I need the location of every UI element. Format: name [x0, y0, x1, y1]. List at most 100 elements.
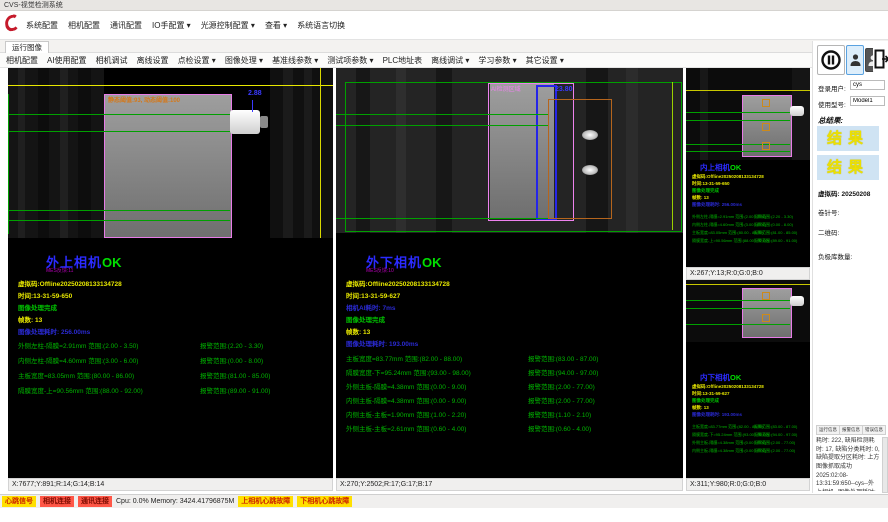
menu-language-switch[interactable]: 系统语言切换 [297, 20, 345, 31]
menu-view[interactable]: 查看 ▾ [265, 20, 287, 31]
menu-comm-config[interactable]: 通讯配置 [110, 20, 142, 31]
tool-baseline-params[interactable]: 基准线参数 ▾ [272, 55, 318, 66]
ai-region-label: AI检测区域 [491, 84, 521, 93]
roi-orange-rect [548, 99, 612, 219]
tool-camera-config[interactable]: 相机配置 [6, 55, 38, 66]
tool-offline-debug[interactable]: 离线调试 ▾ [431, 55, 469, 66]
measure-value: 外侧主板-主板=2.61mm 范围:(0.60 - 4.00) [346, 426, 466, 433]
measurement-row: 主板宽度=83.77mm 范围:(82.00 - 88.00) 报警范围:(83… [346, 353, 676, 363]
measure-value: 外侧主板-隔膜=4.38mm 范围:(0.00 - 9.00) [346, 384, 466, 391]
tool-learn-params[interactable]: 学习参数 ▾ [478, 55, 516, 66]
status-bar: 心跳信号 相机连接 通讯连接 Cpu: 0.0% Memory: 3424.41… [0, 494, 888, 508]
overlay-yellow-line [686, 284, 810, 285]
tool-offline-setting[interactable]: 离线设置 [137, 55, 169, 66]
mes-feedback: MES反馈:10 [366, 267, 394, 274]
count-label: 负极库数量: [818, 251, 852, 261]
roi-mini-mark [762, 292, 770, 300]
tool-spotcheck-setting[interactable]: 点检设置 ▾ [178, 55, 216, 66]
bright-spot [582, 130, 598, 140]
camera-view-inner-lower[interactable]: 内下相机OK 虚拟码:Offline20250208133134728 时间:1… [686, 280, 810, 478]
tool-other-setting[interactable]: 其它设置 ▾ [526, 55, 564, 66]
measurement-row: 隔膜宽度-下=95.24mm 范围:(93.00 - 98.00) 报警范围:(… [346, 367, 676, 377]
barcode-line: 虚拟码:Offline20250208133134728 [346, 278, 450, 288]
band-strip [700, 68, 708, 160]
pixel-coord-readout-left: X:7677;Y:891;R:14;G:14;B:14 [8, 478, 333, 491]
pixel-coord-readout-middle: X:270;Y:2502;R:17;G:17;B:17 [336, 478, 683, 491]
upper-camera-warning-badge: 上相机心跳故障 [238, 496, 293, 507]
tab-run-image[interactable]: 运行图像 [5, 41, 49, 53]
measure-alarm: 报警范围:(2.00 - 77.00) [528, 395, 595, 405]
elapsed-line: 图像处理耗时: 193.00ms [346, 338, 418, 348]
bright-spot [582, 165, 598, 175]
pin-number-label: 卷针号: [818, 207, 839, 217]
measure-value: 主板宽度=83.05mm 范围:(80.00 - 86.00) [18, 373, 134, 380]
time-line: 时间:13-31-59-650 [18, 290, 72, 300]
camera-view-outer-lower[interactable]: AI检测区域 23.80 外下相机OK MES反馈:10 虚拟码:Offline… [336, 68, 683, 478]
measure-marker-line [252, 100, 253, 112]
overlay-yellow-vline [672, 82, 673, 230]
result-box-2: 结果 [817, 155, 879, 180]
pause-button[interactable] [817, 45, 845, 75]
exit-button[interactable] [873, 45, 888, 73]
overlay-yellow-line [686, 90, 810, 91]
tool-test-params[interactable]: 测试项参数 ▾ [327, 55, 373, 66]
measure-alarm: 报警范围:(83.00 - 87.00) [528, 353, 598, 363]
overlay-green-line [686, 308, 790, 309]
measurement-row: 主板宽度=83.05mm 范围:(80.00 - 86.00) 报警范围:(81… [18, 370, 328, 380]
measure-value: 内侧主板-隔膜=4.38mm 范围:(0.00 - 9.00) [346, 398, 466, 405]
login-user-field[interactable] [850, 80, 885, 90]
log-tab-error[interactable]: 错误信息 [862, 425, 886, 435]
machine-part [104, 94, 232, 238]
camera-view-inner-upper[interactable]: 内上相机OK 虚拟码:Offline20250208133134728 时间:1… [686, 68, 810, 267]
measure-marker-label: 23.80 [555, 86, 573, 93]
measurement-row: 隔膜宽度-上=90.56mm 范围:(88.00 - 92.00) 报警范围:(… [692, 238, 808, 244]
frames-line: 帧数: 13 [18, 314, 42, 324]
model-label: 使用型号: [818, 99, 846, 109]
user-login-button[interactable] [846, 45, 864, 75]
overlay-green-line [8, 220, 230, 221]
measure-alarm: 报警范围:(0.00 - 8.00) [200, 355, 263, 365]
camera-link-badge: 相机连接 [40, 496, 74, 507]
measure-alarm: 报警范围:(2.00 - 77.00) [754, 440, 795, 446]
overlay-green-line [336, 218, 548, 219]
frames-line: 帧数: 13 [692, 195, 709, 201]
model-field[interactable] [850, 96, 885, 106]
barcode-line: 虚拟码:Offline20250208133134728 [692, 384, 764, 390]
camera-title: 内上相机OK [700, 162, 741, 173]
camera-result: OK [102, 255, 122, 270]
threshold-label: 静态阈值:93, 动态阈值:100 [108, 95, 180, 104]
measure-alarm: 报警范围:(94.00 - 97.00) [528, 367, 598, 377]
measure-alarm: 报警范围:(89.00 - 91.00) [754, 238, 797, 244]
overlay-green-line [686, 112, 790, 113]
pixel-coord-readout-small1: X:267;Y:13;R:0;G:0;B:0 [686, 267, 810, 280]
menu-light-config[interactable]: 光源控制配置 ▾ [201, 20, 255, 31]
measure-marker-label: 2.88 [248, 90, 262, 97]
tool-camera-debug[interactable]: 相机调试 [96, 55, 128, 66]
measure-alarm: 报警范围:(2.20 - 3.30) [754, 214, 793, 220]
menu-io-config[interactable]: IO手配置 ▾ [152, 20, 191, 31]
frames-line: 帧数: 13 [346, 326, 370, 336]
camera-name: 内下相机 [700, 373, 730, 382]
measure-alarm: 报警范围:(94.00 - 97.00) [754, 432, 797, 438]
roi-mini-mark [762, 314, 770, 322]
band-strip [270, 68, 333, 238]
menu-system-config[interactable]: 系统配置 [26, 20, 58, 31]
log-tab-alarm[interactable]: 报警信息 [839, 425, 863, 435]
toolbar: 相机配置 AI使用配置 相机调试 离线设置 点检设置 ▾ 图像处理 ▾ 基准线参… [0, 53, 812, 68]
measurement-row: 隔膜宽度-上=90.56mm 范围:(88.00 - 92.00) 报警范围:(… [18, 385, 328, 395]
roi-mini-mark [762, 99, 770, 107]
measure-alarm: 报警范围:(2.00 - 77.00) [754, 448, 795, 454]
menu-camera-config[interactable]: 相机配置 [68, 20, 100, 31]
log-tab-run[interactable]: 运行信息 [816, 425, 840, 435]
camera-result: OK [730, 373, 741, 382]
overlay-green-line [336, 114, 548, 115]
measure-alarm: 报警范围:(2.00 - 77.00) [528, 381, 595, 391]
tool-image-process[interactable]: 图像处理 ▾ [225, 55, 263, 66]
log-scrollbar[interactable] [882, 437, 888, 493]
measure-value: 外侧左柱-隔膜=2.91mm 范围:(2.00 - 3.50) [18, 343, 138, 350]
tool-plc-table[interactable]: PLC地址表 [383, 55, 423, 66]
camera-view-outer-upper[interactable]: 静态阈值:93, 动态阈值:100 2.88 外上相机OK MES反馈:11 虚… [8, 68, 333, 478]
measurement-row: 主板宽度=83.77mm 范围:(82.00 - 88.00) 报警范围:(83… [692, 424, 808, 430]
tool-ai-config[interactable]: AI使用配置 [47, 55, 87, 66]
overlay-green-line [686, 144, 790, 145]
